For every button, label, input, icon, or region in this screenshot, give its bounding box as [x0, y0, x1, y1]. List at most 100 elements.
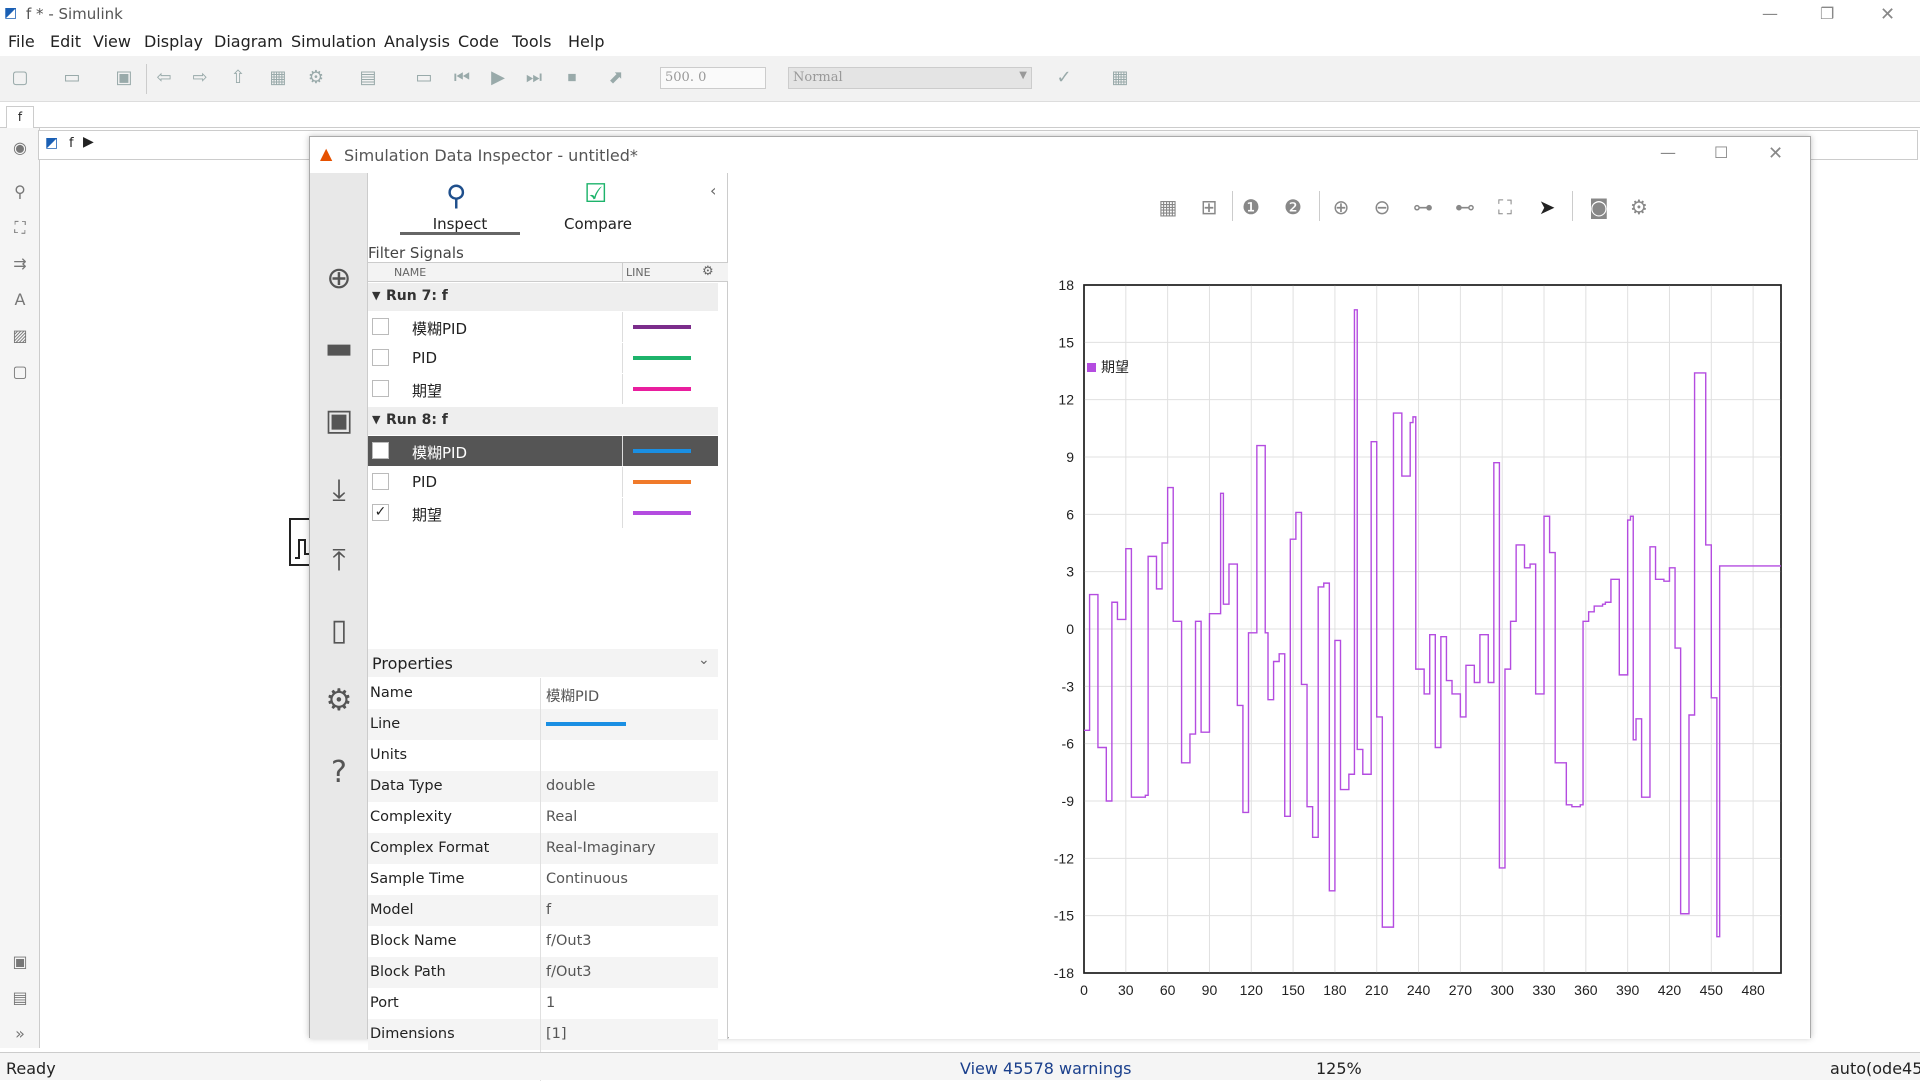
step-forward-icon[interactable]: ⏭ — [522, 66, 546, 90]
signal-checkbox[interactable] — [372, 349, 389, 366]
menu-diagram[interactable]: Diagram — [214, 32, 283, 51]
open-folder-icon[interactable]: ▬ — [317, 327, 361, 371]
signal-checkbox[interactable] — [372, 473, 389, 490]
expand-icon[interactable]: » — [8, 1022, 32, 1046]
properties-header[interactable]: Properties ⌄ — [368, 649, 718, 677]
column-name[interactable]: NAME — [394, 266, 426, 279]
signal-checkbox[interactable] — [372, 380, 389, 397]
sdi-window: ▲ Simulation Data Inspector - untitled* … — [309, 136, 1811, 1081]
export-icon[interactable]: ⤒ — [317, 539, 361, 583]
fit-to-view-icon[interactable]: ⛶ — [8, 216, 32, 240]
import-icon[interactable]: ⤓ — [317, 469, 361, 513]
menu-code[interactable]: Code — [458, 32, 499, 51]
signal-line-swatch[interactable] — [633, 325, 691, 329]
close-icon[interactable]: ✕ — [1880, 4, 1895, 25]
sdi-minimize-icon[interactable]: — — [1660, 143, 1676, 162]
stop-icon[interactable]: ⏹ — [560, 66, 584, 90]
sdi-title-bar: ▲ Simulation Data Inspector - untitled* … — [310, 137, 1810, 173]
settings-gear-icon[interactable]: ⚙ — [317, 679, 361, 723]
signal-line-swatch[interactable] — [633, 449, 691, 453]
breadcrumb-arrow-icon: ▶ — [83, 134, 94, 150]
menu-edit[interactable]: Edit — [50, 32, 81, 51]
column-line[interactable]: LINE — [626, 266, 651, 279]
chevron-down-icon[interactable]: ⌄ — [698, 652, 710, 668]
minimize-icon[interactable]: — — [1762, 4, 1778, 23]
zoom-icon[interactable]: ⚲ — [8, 180, 32, 204]
column-settings-icon[interactable]: ⚙ — [702, 264, 714, 279]
up-icon[interactable]: ⇧ — [226, 66, 250, 90]
save-session-icon[interactable]: ▣ — [317, 399, 361, 443]
signal-row[interactable]: PID — [368, 467, 718, 497]
hide-show-explorer-icon[interactable]: ◉ — [8, 136, 32, 160]
signal-checkbox[interactable] — [372, 318, 389, 335]
signal-row[interactable]: ✓ 期望 — [368, 498, 718, 528]
menu-tools[interactable]: Tools — [512, 32, 551, 51]
area-icon[interactable]: ▢ — [8, 360, 32, 384]
filter-signals-input[interactable]: Filter Signals — [368, 244, 464, 262]
signal-checkbox[interactable] — [372, 442, 389, 459]
model-explorer-icon[interactable]: ▤ — [356, 66, 380, 90]
property-line-swatch[interactable] — [546, 722, 626, 726]
signal-row[interactable]: 模糊PID — [368, 436, 718, 466]
warnings-link[interactable]: View 45578 warnings — [960, 1059, 1131, 1078]
menu-display[interactable]: Display — [144, 32, 203, 51]
signal-checkbox[interactable]: ✓ — [372, 504, 389, 521]
x-tick-label: 90 — [1202, 982, 1218, 998]
screenshot-icon[interactable]: ▣ — [8, 950, 32, 974]
new-session-icon[interactable]: ⊕ — [317, 257, 361, 301]
signal-line-swatch[interactable] — [633, 480, 691, 484]
simulation-mode-select[interactable]: Normal ▼ — [788, 67, 1032, 89]
x-tick-label: 60 — [1160, 982, 1176, 998]
tab-compare[interactable]: ☑ Compare — [538, 173, 658, 235]
breadcrumb-model[interactable]: f — [69, 136, 74, 151]
model-advisor-icon[interactable]: ✓ — [1052, 66, 1076, 90]
menu-help[interactable]: Help — [568, 32, 604, 51]
signal-line-swatch[interactable] — [633, 387, 691, 391]
open-icon[interactable]: ▭ — [60, 66, 84, 90]
help-icon[interactable]: ? — [317, 751, 361, 795]
signal-row[interactable]: 期望 — [368, 374, 718, 404]
restore-icon[interactable]: ❐ — [1820, 4, 1834, 23]
forward-icon[interactable]: ⇨ — [188, 66, 212, 90]
x-tick-label: 480 — [1741, 982, 1765, 998]
property-row: Line — [368, 709, 718, 740]
run-header[interactable]: ▼ Run 8: f — [368, 407, 718, 435]
library-browser-icon[interactable]: ▦ — [266, 66, 290, 90]
build-icon[interactable]: ▦ — [1108, 66, 1132, 90]
property-row: Sample Time Continuous — [368, 864, 718, 895]
back-icon[interactable]: ⇦ — [152, 66, 176, 90]
save-icon[interactable]: ▣ — [112, 66, 136, 90]
expand-run-icon[interactable]: ▼ — [372, 413, 380, 426]
tab-inspect[interactable]: ⚲ Inspect — [400, 173, 520, 235]
report-icon[interactable]: ▯ — [317, 609, 361, 653]
sdi-close-icon[interactable]: ✕ — [1768, 143, 1783, 164]
arrow-icon[interactable]: ⇉ — [8, 252, 32, 276]
debug-icon[interactable]: ▭ — [412, 66, 436, 90]
signal-row[interactable]: PID — [368, 343, 718, 373]
y-tick-label: 12 — [1058, 392, 1074, 408]
run-icon[interactable]: ▶ — [486, 66, 510, 90]
signal-line-swatch[interactable] — [633, 356, 691, 360]
signal-line-swatch[interactable] — [633, 511, 691, 515]
compare-check-icon: ☑ — [584, 179, 608, 209]
menu-simulation[interactable]: Simulation — [291, 32, 376, 51]
menu-analysis[interactable]: Analysis — [384, 32, 450, 51]
signal-chart[interactable]: 0 30 60 90 120 150 180 210 240 270 300 330 360 390 420… — [729, 173, 1810, 1039]
menu-file[interactable]: File — [8, 32, 35, 51]
annotation-icon[interactable]: A — [8, 288, 32, 312]
new-model-icon[interactable]: ▢ — [8, 66, 32, 90]
image-icon[interactable]: ▨ — [8, 324, 32, 348]
menu-view[interactable]: View — [93, 32, 131, 51]
signal-row[interactable]: 模糊PID — [368, 312, 718, 342]
run-header[interactable]: ▼ Run 7: f — [368, 283, 718, 311]
collapse-panel-icon[interactable]: ‹ — [710, 181, 716, 200]
property-key: Port — [370, 995, 399, 1011]
sdi-maximize-icon[interactable]: ☐ — [1714, 143, 1728, 162]
expand-run-icon[interactable]: ▼ — [372, 289, 380, 302]
stop-time-field[interactable]: 500. 0 — [660, 67, 766, 89]
sdi-icon[interactable]: ⬈ — [604, 66, 628, 90]
model-settings-icon[interactable]: ⚙ — [304, 66, 328, 90]
tab-model[interactable]: f — [6, 106, 34, 128]
step-back-icon[interactable]: ⏮ — [450, 66, 474, 90]
report-icon[interactable]: ▤ — [8, 986, 32, 1010]
